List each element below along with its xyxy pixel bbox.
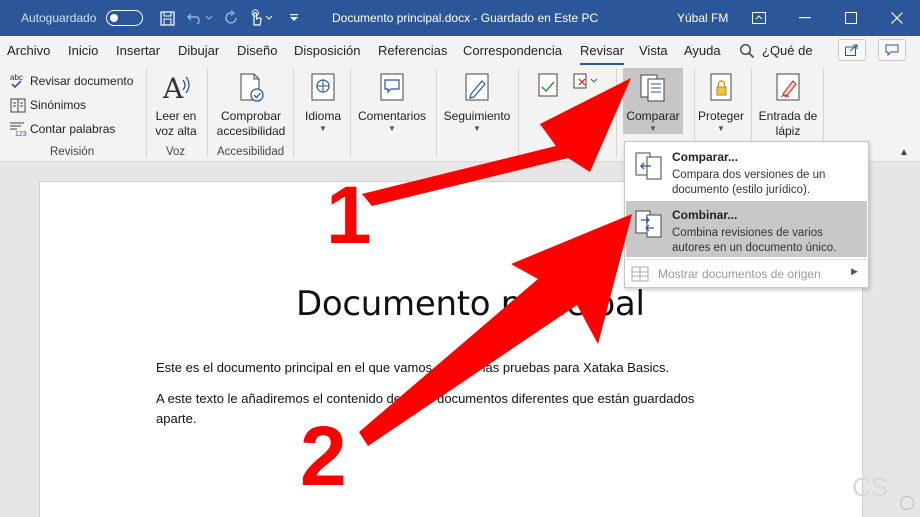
arrow-2-shape: [359, 214, 632, 446]
annotation-overlay: 1 2: [300, 78, 632, 503]
annotation-number-2: 2: [300, 409, 347, 503]
arrow-1-shape: [362, 78, 631, 206]
annotation-number-1: 1: [326, 170, 372, 261]
